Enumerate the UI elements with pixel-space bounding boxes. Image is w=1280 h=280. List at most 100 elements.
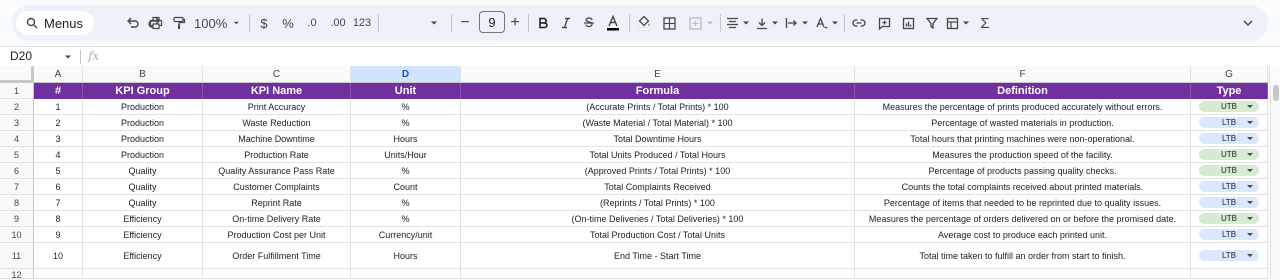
name-box[interactable]: D20 — [10, 49, 32, 63]
column-header-f[interactable]: F — [855, 66, 1191, 83]
row-header[interactable]: 2 — [0, 99, 34, 115]
table-cell-type[interactable]: UTB — [1191, 99, 1268, 115]
table-cell[interactable]: Measures the production speed of the fac… — [855, 147, 1191, 163]
table-cell[interactable]: Production — [83, 147, 203, 163]
type-dropdown-chip[interactable]: LTB — [1199, 181, 1259, 192]
table-cell[interactable]: Measures the percentage of prints produc… — [855, 99, 1191, 115]
table-header-cell[interactable]: # — [34, 83, 83, 99]
type-dropdown-chip[interactable]: LTB — [1199, 197, 1259, 208]
font-size-input[interactable]: 9 — [479, 11, 505, 33]
column-header-a[interactable]: A — [34, 66, 83, 83]
type-dropdown-chip[interactable]: UTB — [1199, 101, 1259, 112]
table-cell-type[interactable]: LTB — [1191, 243, 1268, 269]
vertical-scrollbar[interactable] — [1270, 83, 1280, 278]
insert-link-button[interactable] — [851, 13, 867, 33]
table-cell[interactable]: End Time - Start Time — [461, 243, 855, 269]
table-cell[interactable]: Order Fulfillment Time — [203, 243, 351, 269]
table-cell-type[interactable]: LTB — [1191, 227, 1268, 243]
font-family-select[interactable] — [383, 13, 443, 33]
row-header[interactable]: 11 — [0, 243, 34, 269]
filter-views-button[interactable] — [946, 13, 970, 33]
functions-button[interactable]: Σ — [978, 13, 992, 33]
table-cell-type[interactable]: UTB — [1191, 163, 1268, 179]
table-cell[interactable]: Count — [351, 179, 461, 195]
table-cell[interactable]: Efficiency — [83, 211, 203, 227]
table-header-cell[interactable]: KPI Group — [83, 83, 203, 99]
table-cell[interactable]: Quality — [83, 179, 203, 195]
increase-font-size-button[interactable]: + — [508, 13, 522, 33]
table-cell[interactable]: Efficiency — [83, 243, 203, 269]
column-header-g[interactable]: G — [1191, 66, 1268, 83]
percent-format-button[interactable]: % — [281, 13, 295, 33]
insert-comment-button[interactable] — [876, 13, 892, 33]
decrease-font-size-button[interactable]: − — [458, 13, 472, 33]
bold-button[interactable] — [536, 13, 550, 33]
table-cell[interactable]: Print Accuracy — [203, 99, 351, 115]
insert-chart-button[interactable] — [900, 13, 916, 33]
row-header[interactable]: 5 — [0, 147, 34, 163]
table-cell[interactable]: (On-time Deliveries / Total Deliveries) … — [461, 211, 855, 227]
table-header-cell[interactable]: Formula — [461, 83, 855, 99]
table-header-cell[interactable]: KPI Name — [203, 83, 351, 99]
type-dropdown-chip[interactable]: UTB — [1199, 149, 1259, 160]
table-cell[interactable]: 2 — [34, 115, 83, 131]
row-header[interactable]: 8 — [0, 195, 34, 211]
table-cell[interactable]: % — [351, 195, 461, 211]
table-cell[interactable]: 4 — [34, 147, 83, 163]
table-header-cell[interactable]: Unit — [351, 83, 461, 99]
table-cell[interactable]: (Reprints / Total Prints) * 100 — [461, 195, 855, 211]
row-header[interactable]: 10 — [0, 227, 34, 243]
table-cell[interactable]: Total Downtime Hours — [461, 131, 855, 147]
row-header[interactable]: 1 — [0, 83, 34, 99]
table-cell[interactable]: Reprint Rate — [203, 195, 351, 211]
table-header-cell[interactable]: Definition — [855, 83, 1191, 99]
column-header-c[interactable]: C — [203, 66, 351, 83]
text-rotation-button[interactable] — [815, 13, 839, 33]
vertical-align-button[interactable] — [755, 13, 779, 33]
type-dropdown-chip[interactable]: LTB — [1199, 250, 1259, 261]
currency-format-button[interactable]: $ — [258, 13, 270, 33]
collapse-toolbar-button[interactable] — [1240, 13, 1256, 33]
select-all-corner[interactable] — [0, 66, 34, 83]
zoom-select[interactable]: 100% — [194, 13, 240, 33]
table-cell-type[interactable]: LTB — [1191, 195, 1268, 211]
table-cell[interactable]: Quality Assurance Pass Rate — [203, 163, 351, 179]
table-cell[interactable]: Average cost to produce each printed uni… — [855, 227, 1191, 243]
table-cell[interactable]: % — [351, 163, 461, 179]
italic-button[interactable] — [559, 13, 573, 33]
borders-button[interactable] — [661, 13, 677, 33]
paint-format-button[interactable] — [170, 13, 188, 33]
table-cell-type[interactable]: LTB — [1191, 115, 1268, 131]
table-cell-type[interactable]: UTB — [1191, 147, 1268, 163]
table-cell[interactable]: (Approved Prints / Total Prints) * 100 — [461, 163, 855, 179]
table-cell[interactable]: Production Cost per Unit — [203, 227, 351, 243]
row-header[interactable]: 7 — [0, 179, 34, 195]
row-header[interactable]: 9 — [0, 211, 34, 227]
table-cell[interactable]: 6 — [34, 179, 83, 195]
table-cell[interactable]: Percentage of wasted materials in produc… — [855, 115, 1191, 131]
undo-button[interactable] — [123, 13, 141, 33]
table-cell[interactable]: (Waste Material / Total Material) * 100 — [461, 115, 855, 131]
table-cell[interactable]: On-time Delivery Rate — [203, 211, 351, 227]
type-dropdown-chip[interactable]: LTB — [1199, 133, 1259, 144]
table-header-cell[interactable]: Type — [1191, 83, 1268, 99]
table-cell[interactable]: Efficiency — [83, 227, 203, 243]
table-cell-type[interactable]: UTB — [1191, 211, 1268, 227]
table-cell[interactable]: % — [351, 115, 461, 131]
table-cell[interactable]: 10 — [34, 243, 83, 269]
table-cell[interactable]: Quality — [83, 195, 203, 211]
text-wrapping-button[interactable] — [785, 13, 809, 33]
table-cell[interactable]: 8 — [34, 211, 83, 227]
table-cell[interactable]: Production — [83, 131, 203, 147]
table-cell[interactable]: % — [351, 211, 461, 227]
table-cell[interactable]: 5 — [34, 163, 83, 179]
table-cell[interactable]: % — [351, 99, 461, 115]
number-format-button[interactable]: 123 — [352, 13, 372, 33]
table-cell[interactable]: Percentage of items that needed to be re… — [855, 195, 1191, 211]
strikethrough-button[interactable] — [582, 13, 596, 33]
table-cell[interactable]: Production — [83, 115, 203, 131]
filter-button[interactable] — [924, 13, 940, 33]
table-cell[interactable]: Production Rate — [203, 147, 351, 163]
row-header[interactable]: 3 — [0, 115, 34, 131]
type-dropdown-chip[interactable]: LTB — [1199, 229, 1259, 240]
